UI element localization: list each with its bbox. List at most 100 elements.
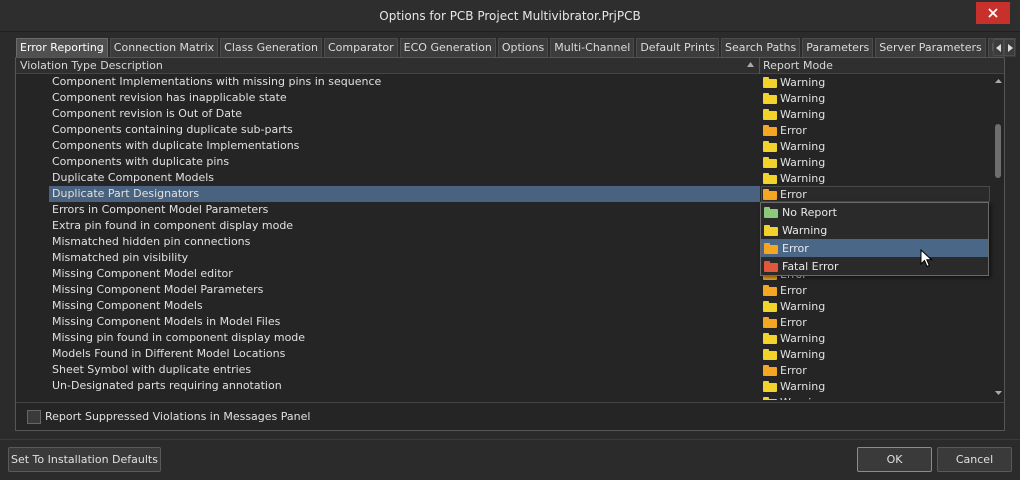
tab-default-prints[interactable]: Default Prints — [636, 38, 720, 57]
tab-parameters[interactable]: Parameters — [802, 38, 874, 57]
tab-strip: Error Reporting Connection Matrix Class Ge… — [16, 38, 1016, 57]
table-row[interactable]: Un-Designated parts requiring annotation… — [16, 378, 992, 394]
report-mode-label: Error — [780, 283, 807, 297]
table-row[interactable]: Missing Component Models in Model Files E… — [16, 314, 992, 330]
table-row[interactable]: Component Implementations with missing p… — [16, 74, 992, 90]
report-mode-cell[interactable]: Warning — [763, 394, 825, 400]
table-row[interactable]: Missing Component Model Parameters Error — [16, 282, 992, 298]
report-mode-cell[interactable]: Error — [763, 186, 807, 202]
report-mode-cell[interactable]: Warning — [763, 330, 825, 346]
table-row[interactable]: Component revision has inapplicable stat… — [16, 90, 992, 106]
violation-description: Sheet Symbol with duplicate entries — [52, 363, 252, 376]
tab-options[interactable]: Options — [497, 38, 549, 57]
tab-scroll-left-button[interactable] — [993, 39, 1004, 56]
table-row[interactable]: Missing pin found in component display m… — [16, 330, 992, 346]
violation-description: Component revision has inapplicable stat… — [52, 91, 287, 104]
report-mode-label: Warning — [780, 379, 826, 393]
dropdown-option-error[interactable]: Error — [761, 239, 988, 257]
table-row[interactable]: Missing Component Models Warning — [16, 298, 992, 314]
violation-description: Missing Component Models in Model Files — [52, 315, 281, 328]
folder-icon — [764, 260, 778, 272]
report-mode-cell[interactable]: Warning — [763, 346, 825, 362]
column-divider[interactable] — [759, 58, 760, 74]
report-mode-cell[interactable]: Error — [763, 362, 807, 378]
report-mode-cell[interactable]: Error — [763, 282, 807, 298]
mouse-cursor-icon — [920, 249, 933, 268]
report-mode-cell[interactable]: Warning — [763, 154, 825, 170]
violation-description: Missing pin found in component display m… — [52, 331, 306, 344]
table-row[interactable]: Models Found in Different Model Location… — [16, 346, 992, 362]
folder-icon — [763, 108, 777, 120]
report-mode-cell[interactable]: Warning — [763, 378, 825, 394]
arrow-left-icon — [995, 43, 1001, 52]
folder-icon — [763, 156, 777, 168]
dropdown-option-warning[interactable]: Warning — [761, 221, 988, 239]
violation-description: Components containing duplicate sub-part… — [52, 123, 293, 136]
folder-icon — [763, 92, 777, 104]
vertical-scrollbar[interactable] — [992, 74, 1004, 400]
report-suppressed-checkbox[interactable] — [27, 410, 41, 424]
table-row[interactable]: Duplicate Component Models Warning — [16, 170, 992, 186]
sort-up-icon — [747, 62, 754, 67]
scroll-up-icon — [994, 79, 1002, 83]
violation-description: Missing Component Models — [52, 299, 203, 312]
table-row[interactable]: Components with duplicate Implementation… — [16, 138, 992, 154]
report-mode-cell[interactable]: Warning — [763, 90, 825, 106]
report-mode-label: Warning — [780, 91, 826, 105]
scroll-down-button[interactable] — [994, 388, 1002, 398]
window-title: Options for PCB Project Multivibrator.Pr… — [379, 9, 641, 23]
violation-description: Mismatched hidden pin connections — [52, 235, 251, 248]
violation-description: Mismatched pin visibility — [52, 251, 189, 264]
title-bar: Options for PCB Project Multivibrator.Pr… — [0, 0, 1020, 32]
report-mode-cell[interactable]: Warning — [763, 298, 825, 314]
folder-icon — [763, 348, 777, 360]
tab-class-generation[interactable]: Class Generation — [220, 38, 322, 57]
tab-comparator[interactable]: Comparator — [323, 38, 398, 57]
column-header-description[interactable]: Violation Type Description — [20, 59, 163, 72]
report-mode-cell[interactable]: Warning — [763, 106, 825, 122]
close-button[interactable] — [976, 2, 1010, 24]
report-mode-cell[interactable]: Error — [763, 314, 807, 330]
report-mode-label: Warning — [780, 299, 826, 313]
table-row[interactable]: Components with duplicate pins Warning — [16, 154, 992, 170]
tab-scroll-right-button[interactable] — [1004, 39, 1015, 56]
tab-multi-channel[interactable]: Multi-Channel — [550, 38, 635, 57]
table-row[interactable]: Components containing duplicate sub-part… — [16, 122, 992, 138]
arrow-right-icon — [1007, 43, 1013, 52]
violation-description: Errors in Component Model Parameters — [52, 203, 269, 216]
table-row[interactable]: Component revision is Out of Date Warning — [16, 106, 992, 122]
scroll-up-button[interactable] — [994, 76, 1002, 86]
dropdown-option-no-report[interactable]: No Report — [761, 203, 988, 221]
report-mode-cell[interactable]: Warning — [763, 138, 825, 154]
report-mode-label: Warning — [780, 347, 826, 361]
scroll-down-icon — [994, 391, 1002, 395]
tab-connection-matrix[interactable]: Connection Matrix — [109, 38, 219, 57]
dropdown-option-fatal-error[interactable]: Fatal Error — [761, 257, 988, 275]
report-mode-label: Warning — [780, 155, 826, 169]
tab-error-reporting[interactable]: Error Reporting — [16, 38, 108, 57]
dropdown-option-label: Fatal Error — [782, 259, 839, 273]
tab-server-parameters[interactable]: Server Parameters — [875, 38, 986, 57]
dropdown-option-label: No Report — [782, 205, 837, 219]
table-row[interactable]: Warning — [16, 394, 992, 400]
tab-search-paths[interactable]: Search Paths — [721, 38, 801, 57]
table-row[interactable]: Duplicate Part Designators Error — [16, 186, 992, 202]
table-row[interactable]: Sheet Symbol with duplicate entries Error — [16, 362, 992, 378]
report-mode-cell[interactable]: Warning — [763, 170, 825, 186]
report-mode-cell[interactable]: Warning — [763, 74, 825, 90]
cancel-button[interactable]: Cancel — [937, 447, 1012, 472]
report-suppressed-label[interactable]: Report Suppressed Violations in Messages… — [45, 410, 310, 423]
set-installation-defaults-button[interactable]: Set To Installation Defaults — [8, 447, 161, 472]
violation-description: Component revision is Out of Date — [52, 107, 243, 120]
violation-description: Components with duplicate pins — [52, 155, 230, 168]
report-mode-cell[interactable]: Error — [763, 122, 807, 138]
report-mode-label: Error — [780, 315, 807, 329]
ok-button[interactable]: OK — [857, 447, 932, 472]
report-mode-label: Warning — [780, 107, 826, 121]
column-header-report-mode[interactable]: Report Mode — [763, 59, 833, 72]
folder-icon — [763, 172, 777, 184]
scrollbar-thumb[interactable] — [995, 124, 1001, 178]
tab-eco-generation[interactable]: ECO Generation — [399, 38, 496, 57]
report-mode-label: Warning — [780, 331, 826, 345]
report-mode-label: Error — [780, 363, 807, 377]
